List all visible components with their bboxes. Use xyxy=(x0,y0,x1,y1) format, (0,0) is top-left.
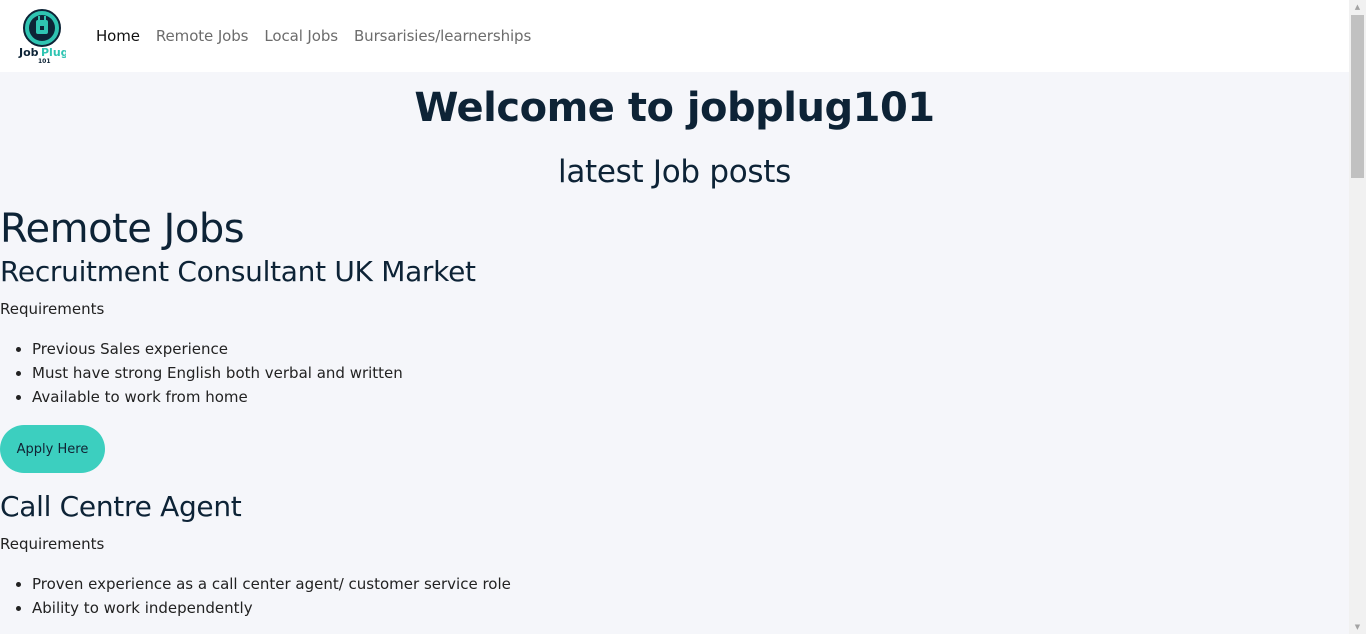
svg-text:101: 101 xyxy=(38,58,51,64)
nav-home[interactable]: Home xyxy=(96,27,148,45)
nav-links: Home Remote Jobs Local Jobs Bursarisies/… xyxy=(96,27,539,45)
welcome-title: Welcome to jobplug101 xyxy=(414,85,935,131)
logo-icon: Job Plug 101 xyxy=(18,9,66,64)
nav-bursaries[interactable]: Bursarisies/learnerships xyxy=(346,27,539,45)
requirements-label: Requirements xyxy=(0,535,105,553)
scrollbar[interactable]: ▲ ▼ xyxy=(1349,0,1366,634)
section-title: Remote Jobs xyxy=(0,206,245,252)
scroll-down-arrow-icon[interactable]: ▼ xyxy=(1349,620,1366,634)
requirement-item: Must have strong English both verbal and… xyxy=(32,361,1349,385)
job-post: Call Centre Agent Requirements Proven ex… xyxy=(0,487,1349,620)
latest-heading: latest Job posts xyxy=(558,154,791,190)
requirements-list: Proven experience as a call center agent… xyxy=(0,572,1349,620)
job-post: Recruitment Consultant UK Market Require… xyxy=(0,252,1349,473)
main-content: Welcome to jobplug101 latest Job posts R… xyxy=(0,72,1349,620)
nav-local-jobs[interactable]: Local Jobs xyxy=(256,27,346,45)
svg-text:Job: Job xyxy=(18,46,39,59)
requirements-label: Requirements xyxy=(0,300,105,318)
job-title: Call Centre Agent xyxy=(0,490,242,523)
scrollbar-thumb[interactable] xyxy=(1351,15,1364,178)
scroll-up-arrow-icon[interactable]: ▲ xyxy=(1349,0,1366,14)
nav-remote-jobs[interactable]: Remote Jobs xyxy=(148,27,256,45)
job-title: Recruitment Consultant UK Market xyxy=(0,255,476,288)
page: Job Plug 101 Home Remote Jobs Local Jobs… xyxy=(0,0,1349,634)
requirement-item: Proven experience as a call center agent… xyxy=(32,572,1349,596)
apply-button[interactable]: Apply Here xyxy=(0,425,105,473)
requirement-item: Available to work from home xyxy=(32,385,1349,409)
requirement-item: Ability to work independently xyxy=(32,596,1349,620)
requirements-list: Previous Sales experience Must have stro… xyxy=(0,337,1349,409)
navbar: Job Plug 101 Home Remote Jobs Local Jobs… xyxy=(0,0,1349,72)
site-logo[interactable]: Job Plug 101 xyxy=(18,8,66,64)
requirement-item: Previous Sales experience xyxy=(32,337,1349,361)
